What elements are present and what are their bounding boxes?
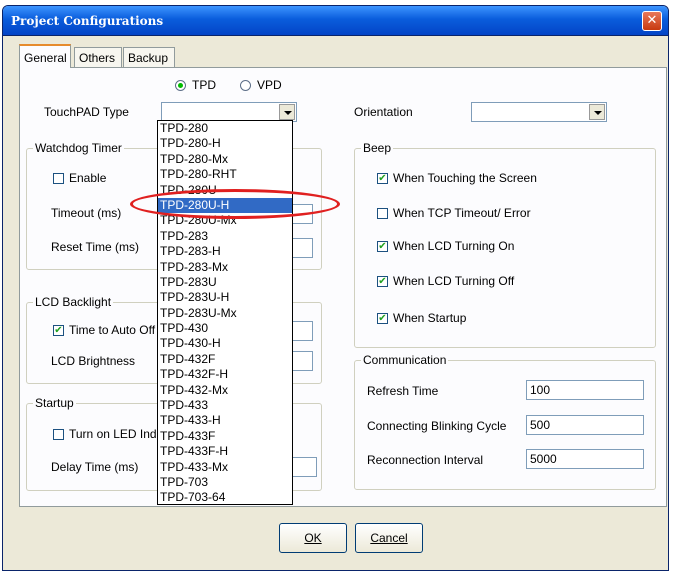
list-item[interactable]: TPD-283U-H bbox=[158, 290, 292, 305]
beep-touch-label: When Touching the Screen bbox=[393, 171, 537, 185]
refresh-time-input[interactable]: 100 bbox=[526, 380, 644, 400]
refresh-time-label: Refresh Time bbox=[367, 384, 439, 398]
delay-time-label: Delay Time (ms) bbox=[51, 460, 139, 474]
touchpad-type-label: TouchPAD Type bbox=[44, 105, 129, 119]
list-item[interactable]: TPD-283 bbox=[158, 229, 292, 244]
list-item[interactable]: TPD-432F-H bbox=[158, 367, 292, 382]
close-button[interactable]: ✕ bbox=[642, 11, 662, 31]
list-item[interactable]: TPD-280-RHT bbox=[158, 167, 292, 182]
tab-others[interactable]: Others bbox=[74, 47, 122, 67]
beep-startup-label: When Startup bbox=[393, 311, 467, 325]
list-item[interactable]: TPD-430 bbox=[158, 321, 292, 336]
window-title: Project Configurations bbox=[11, 14, 164, 28]
list-item[interactable]: TPD-433F-H bbox=[158, 444, 292, 459]
timeout-label: Timeout (ms) bbox=[51, 206, 122, 220]
vpd-radio-label: VPD bbox=[257, 78, 282, 92]
beep-startup-checkbox[interactable]: ✔ bbox=[377, 313, 388, 324]
beep-lcd-off-label: When LCD Turning Off bbox=[393, 274, 515, 288]
auto-off-checkbox[interactable]: ✔ bbox=[53, 325, 64, 336]
list-item[interactable]: TPD-430-H bbox=[158, 336, 292, 351]
touchpad-type-dropdown-list[interactable]: TPD-280 TPD-280-H TPD-280-Mx TPD-280-RHT… bbox=[157, 120, 293, 505]
cancel-button-label[interactable]: Cancel bbox=[370, 531, 407, 545]
communication-title: Communication bbox=[361, 353, 449, 367]
ok-button[interactable]: OK bbox=[279, 523, 347, 553]
selection-highlight-ellipse bbox=[130, 189, 340, 219]
chevron-down-icon[interactable] bbox=[589, 104, 605, 120]
list-item[interactable]: TPD-703-64 bbox=[158, 490, 292, 505]
reconnection-interval-label: Reconnection Interval bbox=[367, 453, 484, 467]
tpd-radio-label: TPD bbox=[192, 78, 216, 92]
beep-title: Beep bbox=[361, 141, 394, 155]
chevron-down-icon[interactable] bbox=[279, 104, 295, 120]
ok-button-label[interactable]: OK bbox=[304, 531, 321, 545]
list-item[interactable]: TPD-703 bbox=[158, 475, 292, 490]
tab-backup[interactable]: Backup bbox=[123, 47, 175, 67]
blinking-cycle-label: Connecting Blinking Cycle bbox=[367, 419, 507, 433]
list-item[interactable]: TPD-433-Mx bbox=[158, 460, 292, 475]
beep-lcd-on-label: When LCD Turning On bbox=[393, 239, 515, 253]
beep-tcp-checkbox[interactable] bbox=[377, 208, 388, 219]
blinking-cycle-input[interactable]: 500 bbox=[526, 415, 644, 435]
beep-touch-checkbox[interactable]: ✔ bbox=[377, 173, 388, 184]
watchdog-title: Watchdog Timer bbox=[33, 141, 124, 155]
title-bar[interactable]: Project Configurations ✕ bbox=[3, 6, 668, 36]
list-item[interactable]: TPD-283U bbox=[158, 275, 292, 290]
reset-time-label: Reset Time (ms) bbox=[51, 240, 140, 254]
auto-off-label: Time to Auto Off bbox=[69, 323, 156, 337]
led-checkbox[interactable] bbox=[53, 429, 64, 440]
lcd-backlight-title: LCD Backlight bbox=[33, 295, 114, 309]
list-item[interactable]: TPD-280 bbox=[158, 121, 292, 136]
list-item[interactable]: TPD-432-Mx bbox=[158, 383, 292, 398]
list-item[interactable]: TPD-283-Mx bbox=[158, 260, 292, 275]
list-item[interactable]: TPD-433F bbox=[158, 429, 292, 444]
startup-title: Startup bbox=[33, 396, 76, 410]
dialog-window: Project Configurations ✕ General Others … bbox=[2, 5, 669, 571]
cancel-button[interactable]: Cancel bbox=[355, 523, 423, 553]
list-item[interactable]: TPD-432F bbox=[158, 352, 292, 367]
tpd-radio[interactable] bbox=[175, 80, 186, 91]
led-label: Turn on LED Indi bbox=[69, 427, 160, 441]
communication-group: Communication Refresh Time 100 Connectin… bbox=[354, 353, 656, 490]
beep-lcd-on-checkbox[interactable]: ✔ bbox=[377, 241, 388, 252]
list-item[interactable]: TPD-280-H bbox=[158, 136, 292, 151]
watchdog-enable-label: Enable bbox=[69, 171, 107, 185]
list-item[interactable]: TPD-283U-Mx bbox=[158, 306, 292, 321]
tab-general[interactable]: General bbox=[19, 44, 71, 68]
list-item[interactable]: TPD-433-H bbox=[158, 413, 292, 428]
orientation-select[interactable] bbox=[471, 102, 607, 122]
touchpad-type-select[interactable] bbox=[161, 102, 297, 122]
general-tab-panel: TPD VPD TouchPAD Type Orientation Watchd… bbox=[19, 67, 667, 507]
lcd-brightness-label: LCD Brightness bbox=[51, 354, 136, 368]
beep-tcp-label: When TCP Timeout/ Error bbox=[393, 206, 531, 220]
list-item[interactable]: TPD-280-Mx bbox=[158, 152, 292, 167]
watchdog-enable-checkbox[interactable] bbox=[53, 173, 64, 184]
list-item[interactable]: TPD-283-H bbox=[158, 244, 292, 259]
list-item[interactable]: TPD-433 bbox=[158, 398, 292, 413]
close-icon[interactable]: ✕ bbox=[647, 13, 658, 28]
beep-lcd-off-checkbox[interactable]: ✔ bbox=[377, 276, 388, 287]
reconnection-interval-input[interactable]: 5000 bbox=[526, 449, 644, 469]
dialog-client: General Others Backup TPD VPD TouchPAD T… bbox=[9, 40, 667, 568]
beep-group: Beep ✔ When Touching the Screen When TCP… bbox=[354, 141, 656, 348]
orientation-label: Orientation bbox=[354, 105, 413, 119]
vpd-radio[interactable] bbox=[240, 80, 251, 91]
